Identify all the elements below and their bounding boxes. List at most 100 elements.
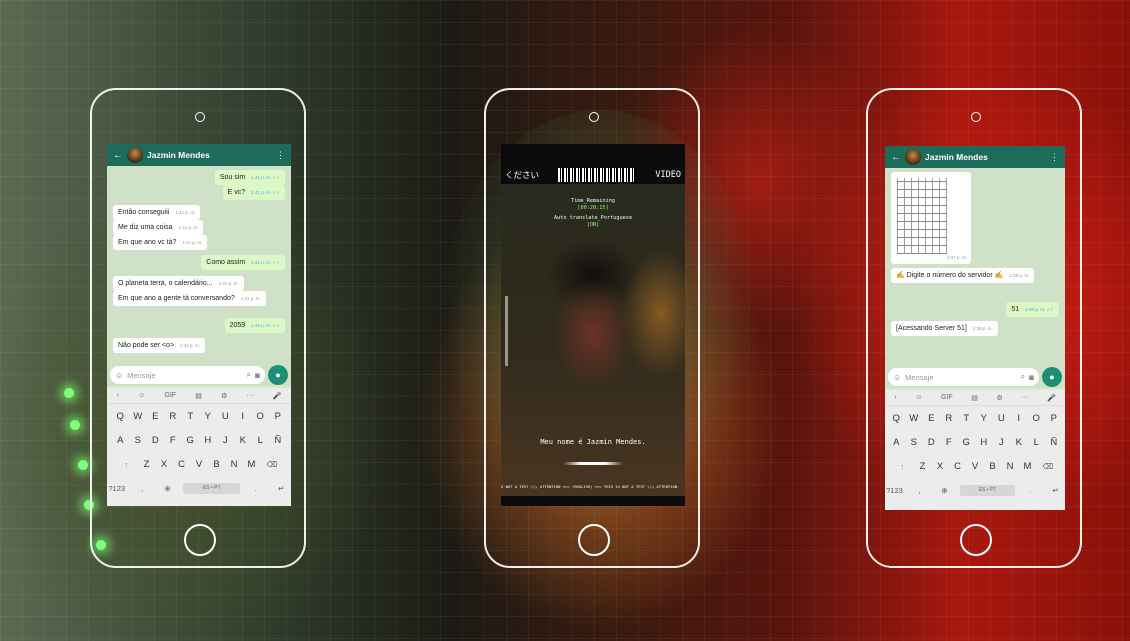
key-q[interactable]: Q	[112, 411, 129, 422]
space-bar[interactable]: ES • PT	[183, 482, 241, 494]
key-e[interactable]: E	[923, 413, 940, 424]
message-bubble[interactable]: Me diz uma coisa 1:41 p. m.	[113, 220, 204, 235]
key-k[interactable]: K	[1011, 437, 1028, 448]
message-bubble[interactable]: Como assim 1:41 p. m. ✓✓	[201, 255, 285, 270]
key-b[interactable]: B	[984, 461, 1001, 472]
more-options-icon[interactable]: ⋮	[276, 150, 285, 161]
mic-button[interactable]: ●	[1042, 367, 1062, 387]
key-n[interactable]: N	[1002, 461, 1019, 472]
back-arrow-icon[interactable]: ←	[113, 150, 123, 161]
settings-icon[interactable]: ⚙	[996, 394, 1002, 402]
key-h[interactable]: H	[200, 435, 217, 446]
key-r[interactable]: R	[941, 413, 958, 424]
key-x[interactable]: X	[156, 459, 173, 470]
camera-button-icon[interactable]: ◙	[255, 371, 260, 380]
message-input[interactable]: ☺ Mensaje ⌕ ◙	[888, 368, 1039, 386]
key-b[interactable]: B	[208, 459, 225, 470]
key-j[interactable]: J	[993, 437, 1010, 448]
key-d[interactable]: D	[147, 435, 164, 446]
globe-key-icon[interactable]: ⊕	[158, 484, 177, 493]
contact-name[interactable]: Jazmin Mendes	[147, 150, 272, 160]
message-bubble[interactable]: 51 2:38 p. m. ✓✓	[1006, 302, 1059, 317]
key-u[interactable]: U	[217, 411, 234, 422]
home-button[interactable]	[184, 524, 216, 556]
key-y[interactable]: Y	[976, 413, 993, 424]
more-icon[interactable]: ···	[1021, 394, 1028, 401]
key-l[interactable]: L	[252, 435, 269, 446]
key-c[interactable]: C	[173, 459, 190, 470]
key-w[interactable]: W	[906, 413, 923, 424]
comma-key[interactable]: ,	[910, 486, 929, 495]
key-o[interactable]: O	[252, 411, 269, 422]
gif-button[interactable]: GIF	[164, 392, 176, 399]
mic-button[interactable]: ●	[268, 365, 288, 385]
key-g[interactable]: G	[958, 437, 975, 448]
contact-name[interactable]: Jazmin Mendes	[925, 152, 1046, 162]
key-t[interactable]: T	[958, 413, 975, 424]
enter-key-icon[interactable]: ↵	[272, 484, 291, 493]
clipboard-icon[interactable]: ▤	[195, 392, 202, 400]
message-bubble[interactable]: Não pode ser <o> 1:42 p. m.	[113, 338, 206, 353]
message-bubble[interactable]: [Acessando Server 51] 2:38 p. m.	[891, 321, 998, 336]
key-m[interactable]: M	[243, 459, 260, 470]
shift-key-icon[interactable]: ↑	[115, 460, 137, 469]
emoji-icon[interactable]: ☺	[893, 373, 901, 382]
key-w[interactable]: W	[130, 411, 147, 422]
comma-key[interactable]: ,	[132, 484, 151, 493]
voice-icon[interactable]: 🎤	[1047, 394, 1056, 402]
message-bubble[interactable]: E vc? 1:41 p. m. ✓✓	[222, 185, 285, 200]
avatar[interactable]	[905, 149, 921, 165]
message-bubble[interactable]: Então conseguiii 1:41 p. m.	[113, 205, 201, 220]
key-c[interactable]: C	[949, 461, 966, 472]
key-u[interactable]: U	[993, 413, 1010, 424]
key-k[interactable]: K	[235, 435, 252, 446]
key-h[interactable]: H	[976, 437, 993, 448]
message-bubble[interactable]: Em que ano a gente tá conversando? 1:41 p…	[113, 291, 266, 306]
more-icon[interactable]: ···	[247, 392, 254, 399]
voice-icon[interactable]: 🎤	[273, 392, 282, 400]
key-a[interactable]: A	[888, 437, 905, 448]
key-s[interactable]: S	[130, 435, 147, 446]
key-y[interactable]: Y	[200, 411, 217, 422]
key-v[interactable]: V	[191, 459, 208, 470]
shift-key-icon[interactable]: ↑	[891, 462, 913, 471]
key-z[interactable]: Z	[138, 459, 155, 470]
message-bubble[interactable]: Em que ano vc tá? 1:41 p. m.	[113, 235, 208, 250]
key-t[interactable]: T	[182, 411, 199, 422]
message-bubble[interactable]: 2:37 p. m.	[891, 172, 971, 264]
back-arrow-icon[interactable]: ←	[891, 152, 901, 163]
sticker-icon[interactable]: ☺	[915, 394, 922, 401]
collapse-icon[interactable]: ‹	[894, 394, 896, 401]
symbols-key[interactable]: ?123	[885, 486, 904, 495]
key-x[interactable]: X	[932, 461, 949, 472]
enter-key-icon[interactable]: ↵	[1046, 486, 1065, 495]
period-key[interactable]: .	[1021, 486, 1040, 495]
key-i[interactable]: I	[1011, 413, 1028, 424]
key-s[interactable]: S	[906, 437, 923, 448]
space-bar[interactable]: ES • PT	[959, 484, 1016, 496]
globe-key-icon[interactable]: ⊕	[935, 486, 954, 495]
key-a[interactable]: A	[112, 435, 129, 446]
symbols-key[interactable]: ?123	[107, 484, 126, 493]
emoji-icon[interactable]: ☺	[115, 371, 123, 380]
message-bubble[interactable]: Sou sim 1:41 p. m. ✓✓	[214, 170, 285, 185]
key-ñ[interactable]: Ñ	[1046, 437, 1063, 448]
key-q[interactable]: Q	[888, 413, 905, 424]
period-key[interactable]: .	[246, 484, 265, 493]
key-r[interactable]: R	[165, 411, 182, 422]
key-v[interactable]: V	[967, 461, 984, 472]
diagram-image[interactable]	[897, 178, 947, 254]
backspace-key-icon[interactable]: ⌫	[261, 460, 283, 469]
key-l[interactable]: L	[1028, 437, 1045, 448]
key-p[interactable]: P	[1046, 413, 1063, 424]
key-p[interactable]: P	[270, 411, 287, 422]
attach-icon[interactable]: ⌕	[247, 370, 251, 380]
key-ñ[interactable]: Ñ	[270, 435, 287, 446]
key-o[interactable]: O	[1028, 413, 1045, 424]
collapse-icon[interactable]: ‹	[117, 392, 119, 399]
message-bubble[interactable]: 2059 1:42 p. m. ✓✓	[224, 318, 285, 333]
key-e[interactable]: E	[147, 411, 164, 422]
home-button[interactable]	[960, 524, 992, 556]
key-f[interactable]: F	[165, 435, 182, 446]
more-options-icon[interactable]: ⋮	[1050, 152, 1059, 163]
